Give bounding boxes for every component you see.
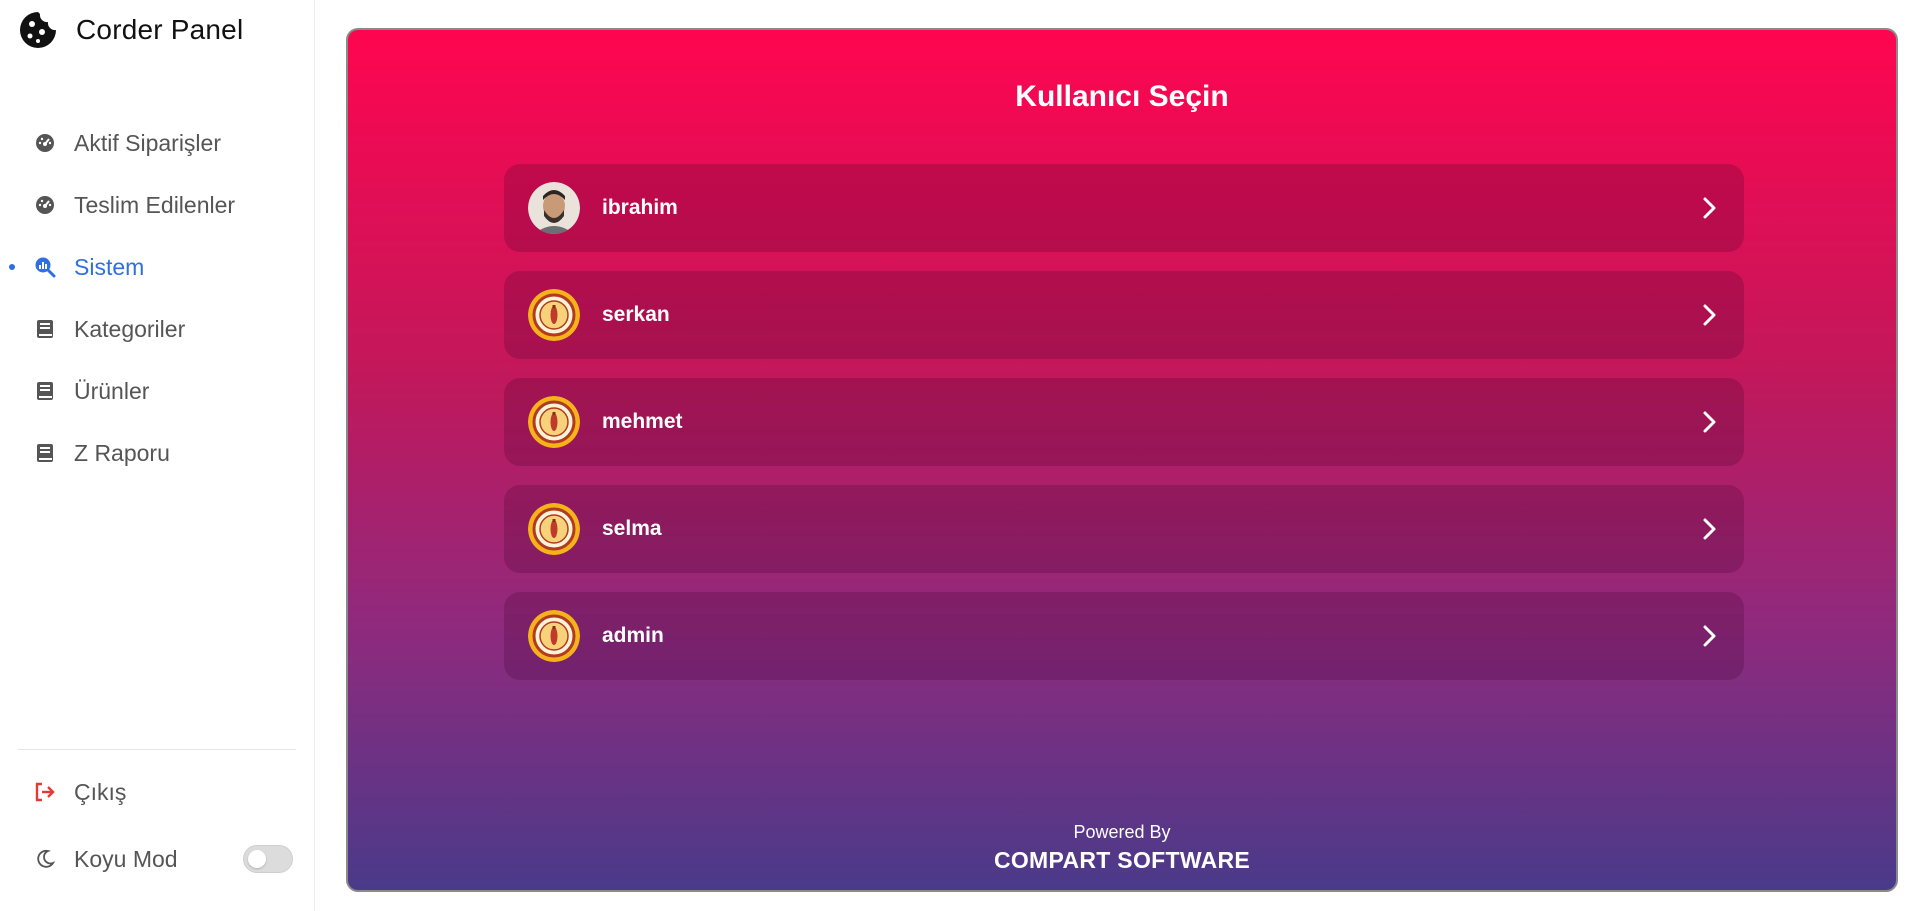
club-badge-avatar [528,289,580,341]
chevron-right-icon [1703,518,1716,540]
footer: Powered By COMPART SOFTWARE [348,822,1896,874]
search-chart-icon [34,256,56,278]
active-indicator-dot [9,264,15,270]
brand[interactable]: Corder Panel [18,10,243,50]
company-name: COMPART SOFTWARE [993,847,1251,873]
dark-mode-toggle[interactable] [243,845,293,873]
sidebar: Corder Panel Aktif Siparişler Teslim Edi… [0,0,315,911]
sidebar-item-kategoriler[interactable]: Kategoriler [0,298,315,360]
user-name: mehmet [602,410,683,433]
user-row-admin[interactable]: admin [504,592,1744,680]
user-name: serkan [602,303,670,326]
chevron-right-icon [1703,411,1716,433]
user-name: ibrahim [602,196,678,219]
club-badge-avatar [528,396,580,448]
moon-icon [34,848,56,870]
sidebar-item-label: Teslim Edilenler [74,191,236,218]
user-name: selma [602,517,662,540]
user-select-panel: Kullanıcı Seçin ibrahim serkan mehmet se… [346,28,1898,892]
club-badge-avatar [528,503,580,555]
book-icon [34,318,56,340]
chevron-right-icon [1703,625,1716,647]
powered-by-text: Powered By [1073,822,1171,842]
dashboard-gauge-icon [34,194,56,216]
sidebar-item-z-raporu[interactable]: Z Raporu [0,422,315,484]
sidebar-item-sistem[interactable]: Sistem [0,236,315,298]
sidebar-divider [18,749,296,750]
user-row-selma[interactable]: selma [504,485,1744,573]
chevron-right-icon [1703,304,1716,326]
sidebar-item-teslim-edilenler[interactable]: Teslim Edilenler [0,174,315,236]
dark-mode-label: Koyu Mod [74,845,178,872]
book-icon [34,380,56,402]
dark-mode-row: Koyu Mod [0,833,315,885]
page-title: Kullanıcı Seçin [1015,80,1229,113]
chevron-right-icon [1703,197,1716,219]
sidebar-item-label: Kategoriler [74,315,186,342]
user-row-ibrahim[interactable]: ibrahim [504,164,1744,252]
photo-avatar [528,182,580,234]
sidebar-item-label: Z Raporu [74,439,170,466]
toggle-knob [248,850,266,868]
logout-label: Çıkış [74,778,127,805]
user-list[interactable]: ibrahim serkan mehmet selma admin [504,164,1744,696]
dashboard-gauge-icon [34,132,56,154]
user-name: admin [602,624,664,647]
club-badge-avatar [528,610,580,662]
user-row-mehmet[interactable]: mehmet [504,378,1744,466]
sidebar-item-aktif-siparisler[interactable]: Aktif Siparişler [0,112,315,174]
sidebar-item-urunler[interactable]: Ürünler [0,360,315,422]
user-row-serkan[interactable]: serkan [504,271,1744,359]
sidebar-item-label: Aktif Siparişler [74,129,221,156]
book-icon [34,442,56,464]
logout-button[interactable]: Çıkış [0,766,315,818]
cookie-logo-icon [20,12,56,48]
sidebar-item-label: Ürünler [74,377,150,404]
sidebar-item-label: Sistem [74,253,145,280]
sign-out-icon [34,781,56,803]
app-title: Corder Panel [76,14,244,45]
sidebar-nav: Aktif Siparişler Teslim Edilenler Sistem… [0,112,315,484]
